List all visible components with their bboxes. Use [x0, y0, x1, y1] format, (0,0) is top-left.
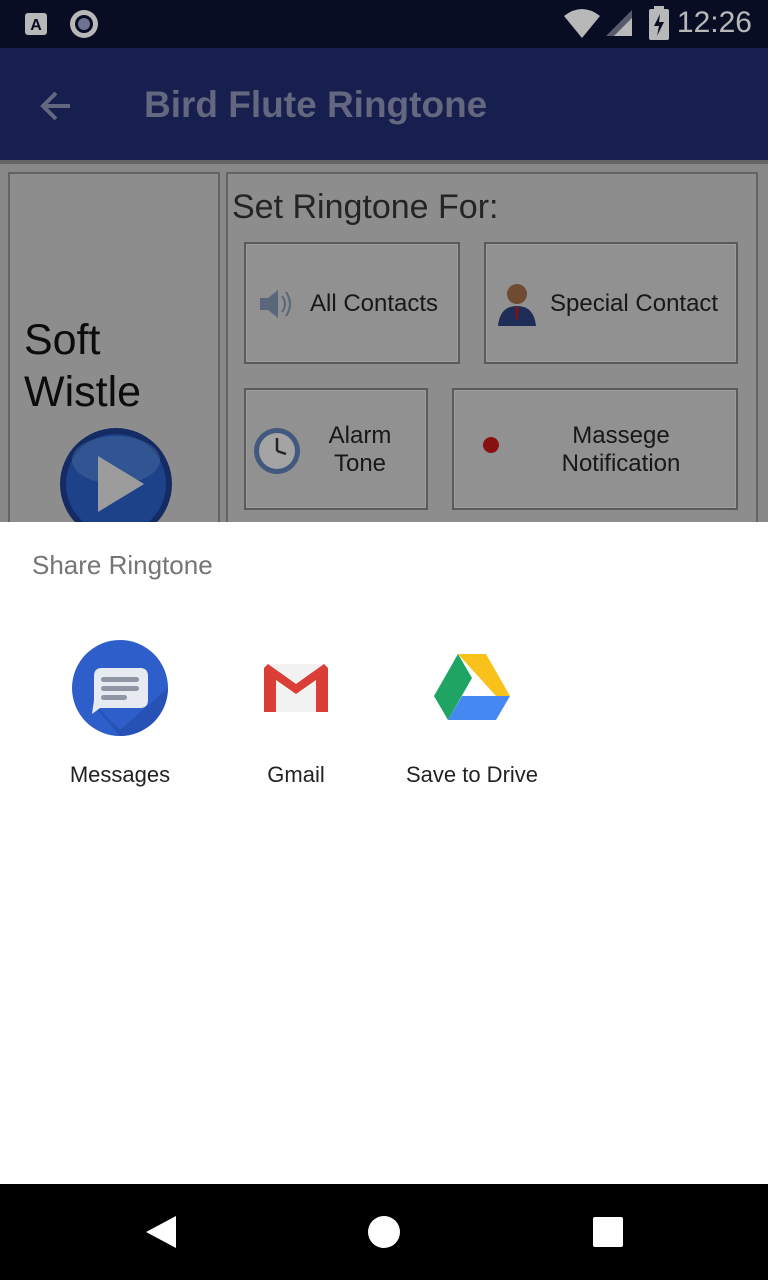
svg-text:A: A — [30, 17, 42, 34]
save-to-drive-label: Save to Drive — [405, 762, 539, 787]
track-name: Soft Wistle — [24, 314, 141, 418]
wifi-icon — [562, 8, 602, 45]
messages-label: Messages — [69, 762, 171, 787]
alarm-tone-label-line2: Tone — [333, 450, 387, 477]
share-sheet — [0, 522, 768, 1184]
speaker-icon — [256, 286, 296, 327]
battery-charging-icon — [648, 6, 670, 45]
share-target-gmail[interactable]: Gmail — [208, 630, 384, 800]
all-contacts-button[interactable]: All Contacts — [244, 242, 460, 364]
alarm-tone-label: Alarm Tone — [310, 422, 410, 478]
set-ringtone-panel: Set Ringtone For: All Contacts Special C… — [226, 172, 758, 532]
main-content: Soft Wistle Set Ringtone For: All Contac… — [0, 160, 768, 540]
messages-icon — [72, 640, 168, 741]
navigation-bar — [0, 1184, 768, 1280]
drive-icon — [432, 652, 512, 725]
message-notification-label-line1: Massege — [572, 422, 670, 449]
status-bar: A 12:26 — [0, 0, 768, 48]
gmail-icon — [260, 660, 332, 721]
notification-dot-icon — [480, 434, 502, 461]
track-name-line2: Wistle — [24, 368, 142, 416]
back-triangle-icon[interactable] — [144, 1214, 178, 1255]
message-notification-label: Massege Notification — [528, 422, 714, 478]
status-time: 12:26 — [676, 6, 752, 39]
person-icon — [494, 280, 540, 331]
message-notification-button[interactable]: Massege Notification — [452, 388, 738, 510]
all-contacts-label: All Contacts — [310, 290, 439, 317]
clock-icon — [252, 426, 302, 481]
alarm-tone-label-line1: Alarm — [328, 422, 392, 449]
special-contact-button[interactable]: Special Contact — [484, 242, 738, 364]
recents-square-icon[interactable] — [592, 1216, 624, 1253]
gmail-label: Gmail — [267, 762, 325, 787]
signal-icon — [604, 8, 634, 43]
arrow-back-icon[interactable] — [36, 86, 76, 131]
special-contact-label: Special Contact — [550, 290, 719, 317]
alarm-tone-button[interactable]: Alarm Tone — [244, 388, 428, 510]
app-title: Bird Flute Ringtone — [144, 84, 488, 125]
track-name-line1: Soft — [24, 316, 101, 364]
home-circle-icon[interactable] — [366, 1214, 402, 1255]
share-target-save-to-drive[interactable]: Save to Drive — [384, 630, 560, 800]
share-sheet-title: Share Ringtone — [32, 550, 213, 580]
set-ringtone-heading: Set Ringtone For: — [232, 188, 499, 226]
record-icon — [68, 8, 100, 45]
share-target-messages[interactable]: Messages — [32, 630, 208, 800]
app-a-icon: A — [24, 12, 48, 41]
track-panel: Soft Wistle — [8, 172, 220, 540]
message-notification-label-line2: Notification — [561, 450, 681, 477]
